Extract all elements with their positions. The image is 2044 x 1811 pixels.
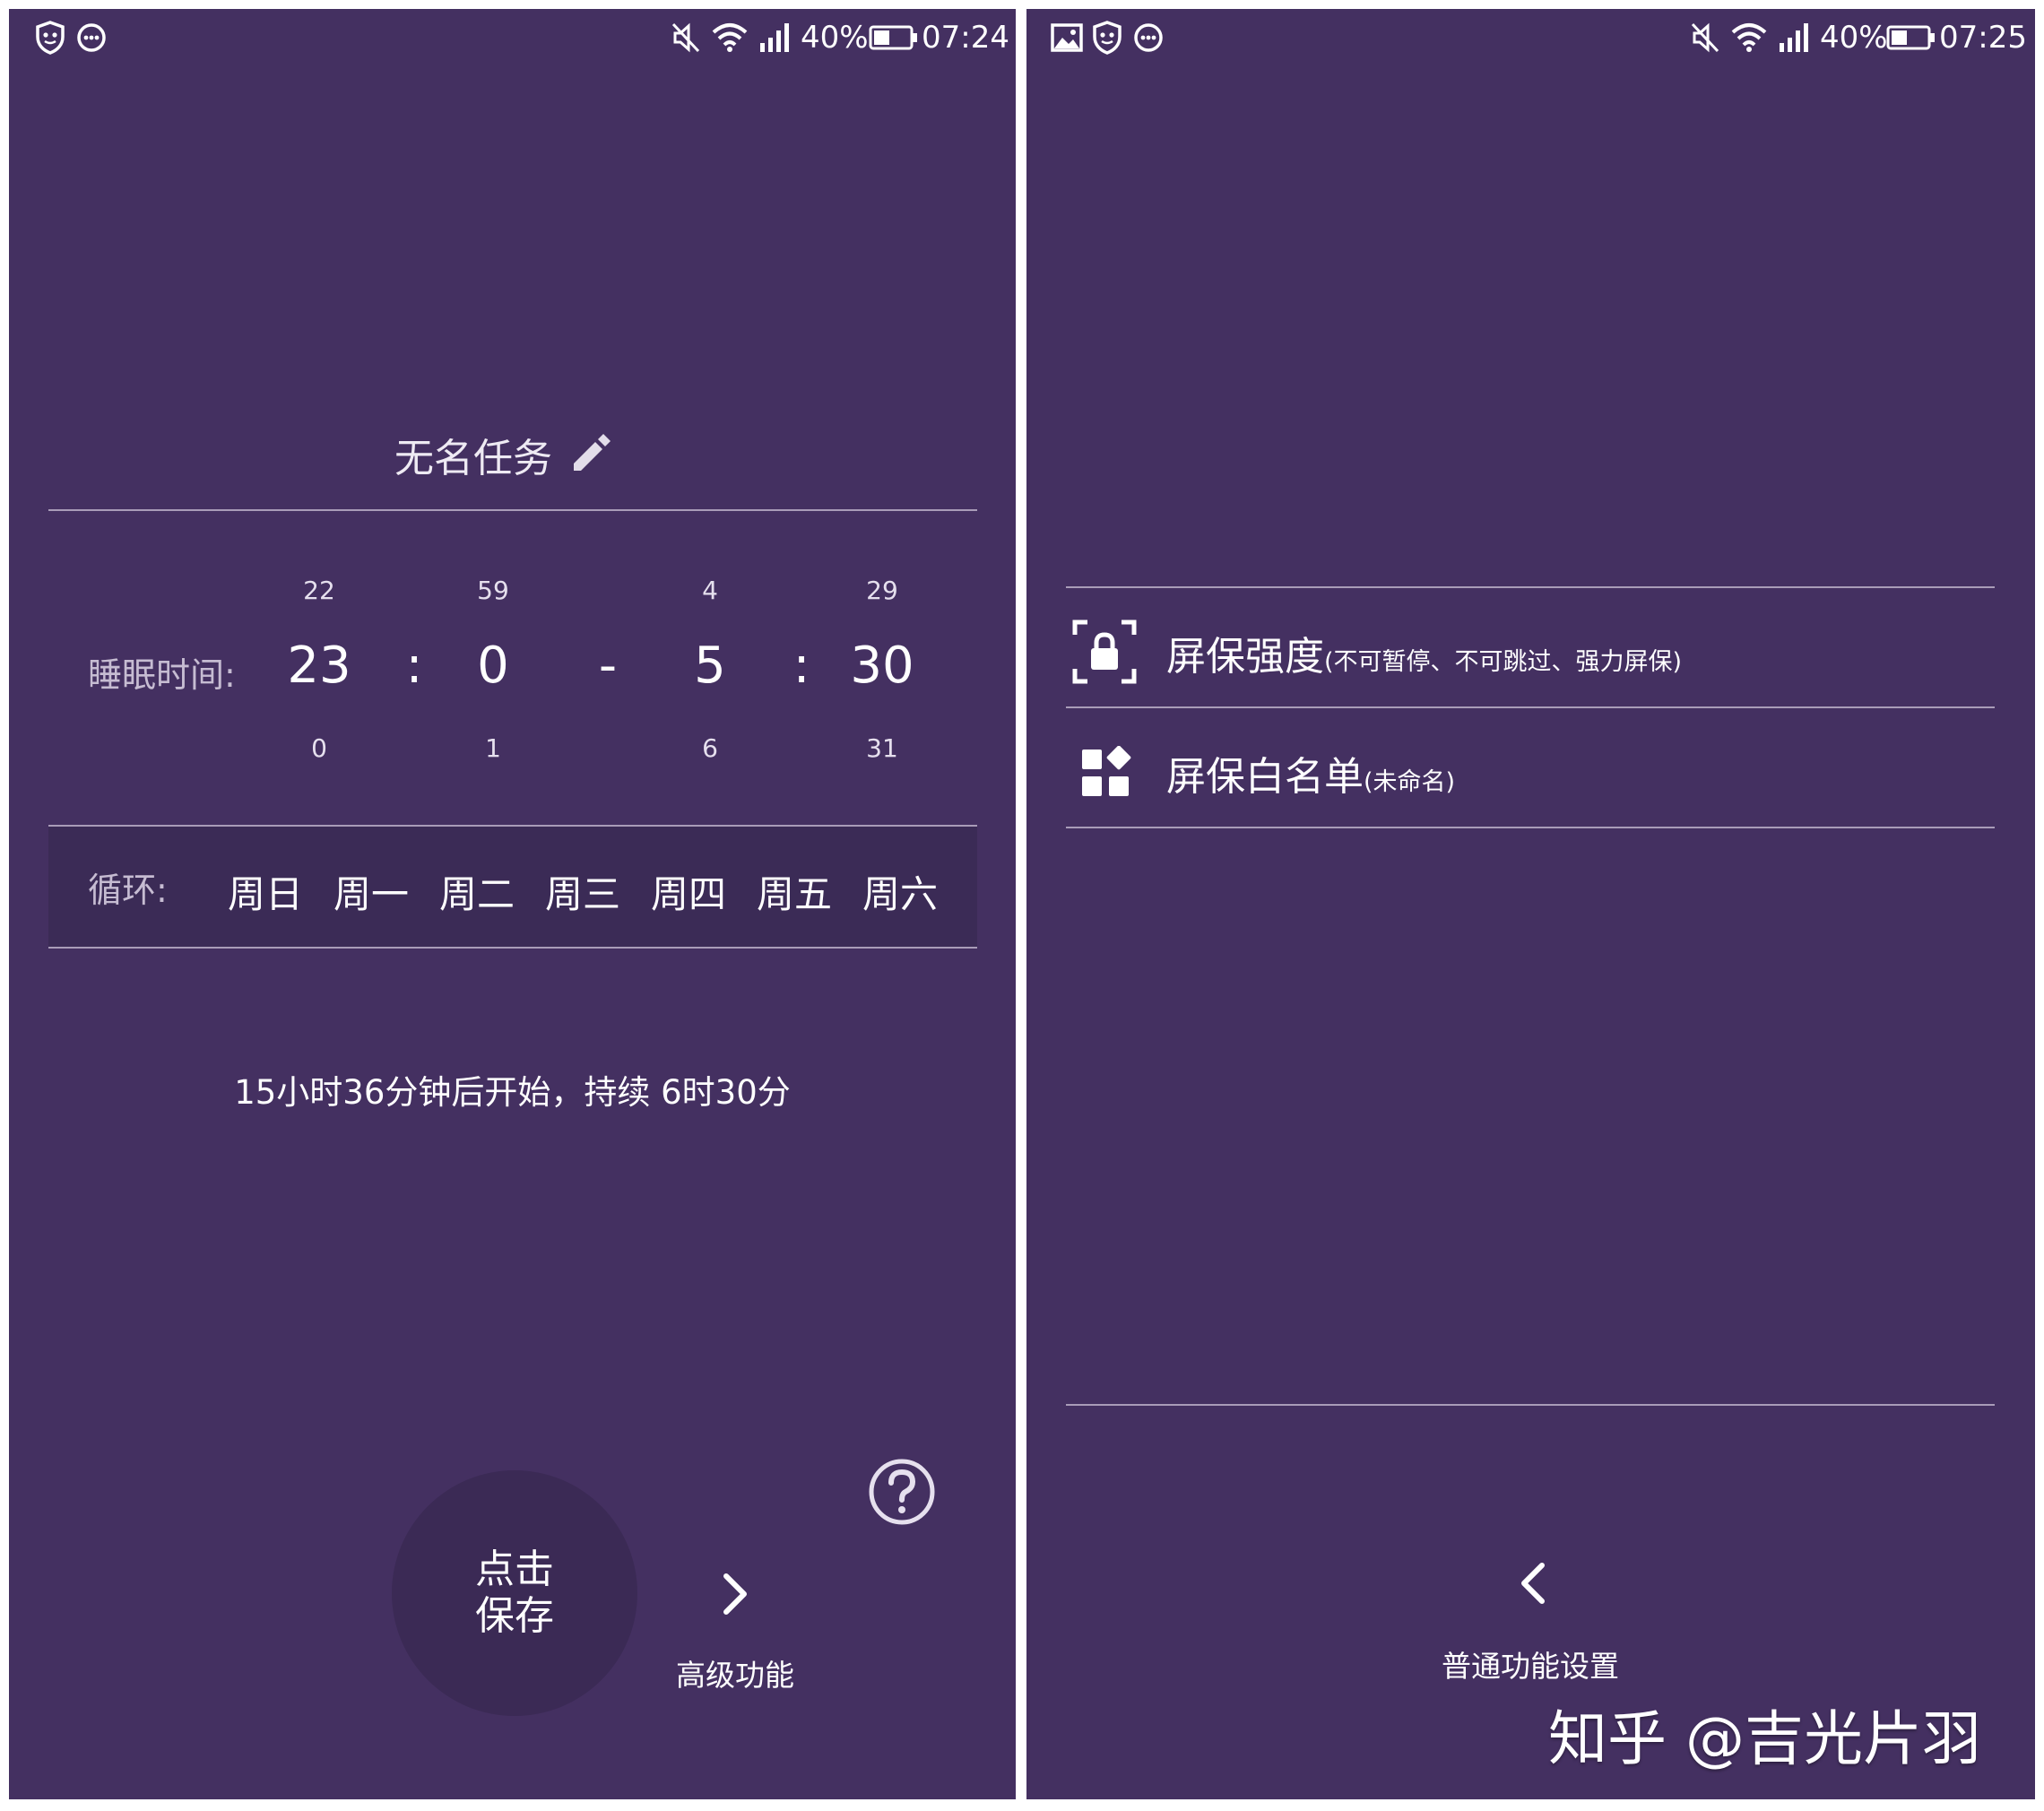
signal-icon [1777,20,1813,59]
watermark: 知乎 @吉光片羽 [1548,1704,1981,1773]
countdown-text: 15小时36分钟后开始，持续 6时30分 [234,1073,791,1112]
picker-next-value: 1 [485,733,501,763]
time-colon: : [792,637,810,695]
help-icon[interactable] [866,1456,938,1531]
divider [48,947,977,949]
picker-next-value: 6 [702,733,718,763]
gallery-icon [1050,20,1084,59]
setting-title: 屏保强度 [1166,634,1324,680]
save-button-line1: 点击 [475,1547,554,1592]
picker-next-value: 0 [311,733,327,763]
wifi-icon [711,20,749,59]
mute-icon [670,20,702,59]
apps-icon [1080,745,1134,803]
divider [1066,827,1995,828]
setting-title-row: 屏保白名单(未命名) [1166,744,1455,802]
save-button[interactable]: 点击 保存 [392,1470,637,1716]
weekday-thu[interactable]: 周四 [651,864,726,919]
clock: 07:25 [1939,20,2027,56]
picker-next-value: 31 [866,733,898,763]
weekday-fri[interactable]: 周五 [757,864,832,919]
status-bar: 40% 07:25 [1026,9,2035,72]
picker-prev-value: 4 [702,576,718,605]
signal-icon [758,20,793,59]
divider [1066,1404,1995,1406]
picker-current-value: 23 [287,637,351,695]
lock-scan-icon [1071,619,1138,689]
picker-current-value: 5 [694,637,726,695]
divider [1066,706,1995,708]
picker-prev-value: 22 [303,576,335,605]
pencil-icon[interactable] [567,428,617,481]
picker-current-value: 0 [477,637,509,695]
picker-current-value: 30 [850,637,914,695]
battery-icon [868,20,920,59]
task-name: 无名任务 [394,436,552,481]
chat-icon [1132,20,1165,59]
picker-prev-value: 29 [866,576,898,605]
setting-subtitle: (未命名) [1364,768,1456,796]
battery-percent: 40% [801,20,869,56]
setting-title: 屏保白名单 [1166,754,1364,800]
weekday-mon[interactable]: 周一 [333,864,409,919]
time-range-dash: - [598,637,618,695]
shield-icon [34,20,66,59]
picker-prev-value: 59 [477,576,509,605]
weekday-sun[interactable]: 周日 [228,864,303,919]
clock: 07:24 [922,20,1009,56]
task-name-row[interactable]: 无名任务 [394,423,617,486]
battery-percent: 40% [1820,20,1888,56]
normal-settings-label: 普通功能设置 [1442,1649,1619,1684]
weekday-sat[interactable]: 周六 [862,864,938,919]
status-bar: 40% 07:24 [9,9,1016,72]
setting-subtitle: (不可暂停、不可跳过、强力屏保) [1324,648,1683,676]
advanced-settings-screen: 40% 07:25 屏保强度(不可暂停、不可跳过、强力屏保) 屏保白名单(未命名… [1026,9,2035,1799]
setting-title-row: 屏保强度(不可暂停、不可跳过、强力屏保) [1166,624,1682,681]
advanced-features-label: 高级功能 [676,1658,794,1693]
save-button-line2: 保存 [475,1593,554,1639]
weekday-wed[interactable]: 周三 [545,864,620,919]
time-colon: : [405,637,423,695]
sleep-time-label: 睡眠时间: [88,655,236,695]
chevron-left-icon [1515,1558,1551,1612]
cycle-label: 循环: [88,871,168,910]
divider [48,509,977,511]
mute-icon [1689,20,1721,59]
chevron-right-icon [717,1569,753,1623]
battery-icon [1885,20,1937,59]
shield-icon [1091,20,1123,59]
chat-icon [75,20,108,59]
weekday-tue[interactable]: 周二 [439,864,515,919]
divider [1066,586,1995,588]
sleep-task-screen: 40% 07:24 无名任务 睡眠时间: 22 23 0 : 59 0 1 - … [9,9,1016,1799]
wifi-icon [1730,20,1768,59]
